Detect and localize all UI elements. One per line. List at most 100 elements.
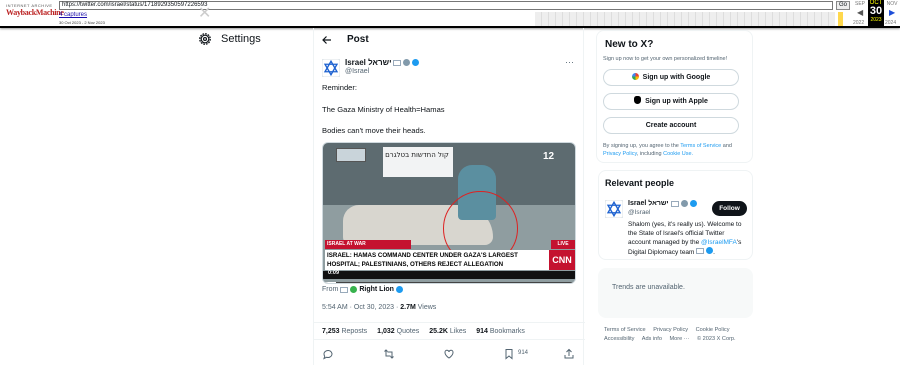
video-headline: ISRAEL: HAMAS COMMAND CENTER UNDER GAZA'… [325,250,549,270]
avatar[interactable] [605,200,623,218]
live-badge: LIVE [551,240,575,249]
apple-icon [634,96,642,104]
person-handle[interactable]: @Israel [628,209,651,216]
video-hebrew-caption: קול החדשות בטלגרם [385,151,449,159]
video-ticker [323,271,575,279]
cookie-link[interactable]: Cookie Use. [663,151,693,157]
google-icon [631,73,639,80]
signup-card: New to X? Sign up now to get your own pe… [596,30,753,163]
stat-label: Likes [449,327,467,335]
signup-legal-text: By signing up, you agree to the Terms of… [603,142,748,158]
follow-button[interactable]: Follow [712,201,747,216]
back-arrow-icon[interactable] [321,34,333,46]
israel-flag-icon [340,286,349,293]
likes-stat[interactable]: 25.2K Likes [429,328,466,335]
wayback-logo[interactable]: INTERNET ARCHIVE WaybackMachine [6,3,64,23]
wayback-url-input[interactable]: https://twitter.com/israel/status/171892… [59,1,833,10]
blue-heart-icon [706,247,714,254]
footer-copyright: © 2023 X Corp. [696,336,736,342]
affiliate-badge-icon [689,200,697,207]
sidebar-footer: Terms of Service Privacy Policy Cookie P… [604,326,754,344]
next-month-label: NOV [886,1,898,7]
close-icon[interactable]: ✕ [198,6,211,22]
footer-more-link[interactable]: More ··· [670,336,690,342]
settings-label: Settings [221,33,261,45]
video-progress-bar[interactable] [323,282,575,283]
stat-count: 25.2K [429,327,448,335]
wayback-go-button[interactable]: Go [836,1,850,10]
bookmark-icon[interactable] [503,348,515,360]
legal-text: and [722,143,732,149]
verified-gov-badge-icon [403,59,411,66]
footer-accessibility-link[interactable]: Accessibility [604,336,634,342]
views-count: 2.7M [400,304,416,311]
share-icon[interactable] [563,348,575,360]
post-stats: 7,253 Reposts 1,032 Quotes 25.2K Likes 9… [314,322,585,340]
repost-icon[interactable] [383,348,395,360]
google-signup-button[interactable]: Sign up with Google [603,69,739,86]
wayback-calendar-nav: SEP ◀ 2022 OCT 30 2023 NOV ▶ 2024 [852,0,900,28]
views-label: Views [417,304,437,311]
footer-privacy-link[interactable]: Privacy Policy [653,327,688,333]
stat-count: 1,032 [377,327,395,335]
reposts-stat[interactable]: 7,253 Reposts [322,328,367,335]
affiliate-badge-icon [412,59,420,66]
israel-flag-icon [670,200,679,207]
trends-unavailable-text: Trends are unavailable. [612,284,685,291]
author-name[interactable]: Israel ישראל [345,58,420,67]
settings-link[interactable]: Settings [198,32,261,46]
wayback-toolbar: INTERNET ARCHIVE WaybackMachine https://… [0,0,900,28]
post-column: Post Israel ישראל @Israel ··· Reminder: … [313,28,585,365]
author-handle[interactable]: @Israel [345,68,369,75]
prev-year-label[interactable]: 2022 [853,20,864,26]
more-options-icon[interactable]: ··· [565,57,574,67]
prev-capture-arrow-icon[interactable]: ◀ [857,8,863,17]
quotes-stat[interactable]: 1,032 Quotes [377,328,419,335]
mfa-link[interactable]: @IsraelMFA [701,239,737,246]
israel-flag-icon [393,59,402,66]
green-circle-icon [350,286,358,293]
reply-icon[interactable] [322,348,334,360]
israel-flag-icon [696,248,705,254]
post-text-line: Reminder: [322,83,358,92]
video-progress-fill [323,282,336,283]
google-signup-label: Sign up with Google [642,74,711,81]
footer-terms-link[interactable]: Terms of Service [604,327,646,333]
video-channel-logo [336,148,366,162]
page-title: Post [347,34,369,45]
person-name[interactable]: Israel ישראל [628,200,697,207]
stat-count: 914 [476,327,488,335]
legal-text: , including [636,151,662,157]
apple-signup-label: Sign up with Apple [645,98,708,105]
current-capture-date: OCT 30 2023 [868,0,884,28]
next-capture-arrow-icon[interactable]: ▶ [889,8,895,17]
legal-text: By signing up, you agree to the [603,143,679,149]
create-account-button[interactable]: Create account [603,117,739,134]
avatar[interactable] [322,59,340,77]
footer-ads-info-link[interactable]: Ads info [642,336,662,342]
channel-number: 12 [543,151,555,162]
privacy-link[interactable]: Privacy Policy [603,151,637,157]
next-year-label[interactable]: 2024 [885,20,896,26]
post-header: Post [314,28,585,52]
footer-cookie-link[interactable]: Cookie Policy [696,327,730,333]
stat-label: Quotes [396,327,420,335]
person-name-text: Israel ישראל [628,200,669,207]
apple-signup-button[interactable]: Sign up with Apple [603,93,739,110]
like-icon[interactable] [443,348,455,360]
from-source-link[interactable]: Right Lion [359,286,394,293]
wayback-logo-main: WaybackMachine [6,8,64,17]
post-text-line: The Gaza Ministry of Health=Hamas [322,105,445,114]
verified-badge-icon [395,286,403,293]
post-date[interactable]: Oct 30, 2023 [354,304,394,311]
post-meta: 5:54 AM · Oct 30, 2023 · 2.7M Views [322,304,437,311]
stat-label: Reposts [341,327,368,335]
post-video[interactable]: קול החדשות בטלגרם 12 ISRAEL AT WAR LIVE … [322,142,576,284]
post-time[interactable]: 5:54 AM [322,304,348,311]
terms-link[interactable]: Terms of Service [680,143,721,149]
sparkline-current-marker [838,12,843,26]
prev-month-label: SEP [854,1,865,7]
bookmarks-stat[interactable]: 914 Bookmarks [476,328,525,335]
wayback-sparkline[interactable] [535,12,843,26]
wayback-captures-link[interactable]: 4 captures [59,12,87,18]
